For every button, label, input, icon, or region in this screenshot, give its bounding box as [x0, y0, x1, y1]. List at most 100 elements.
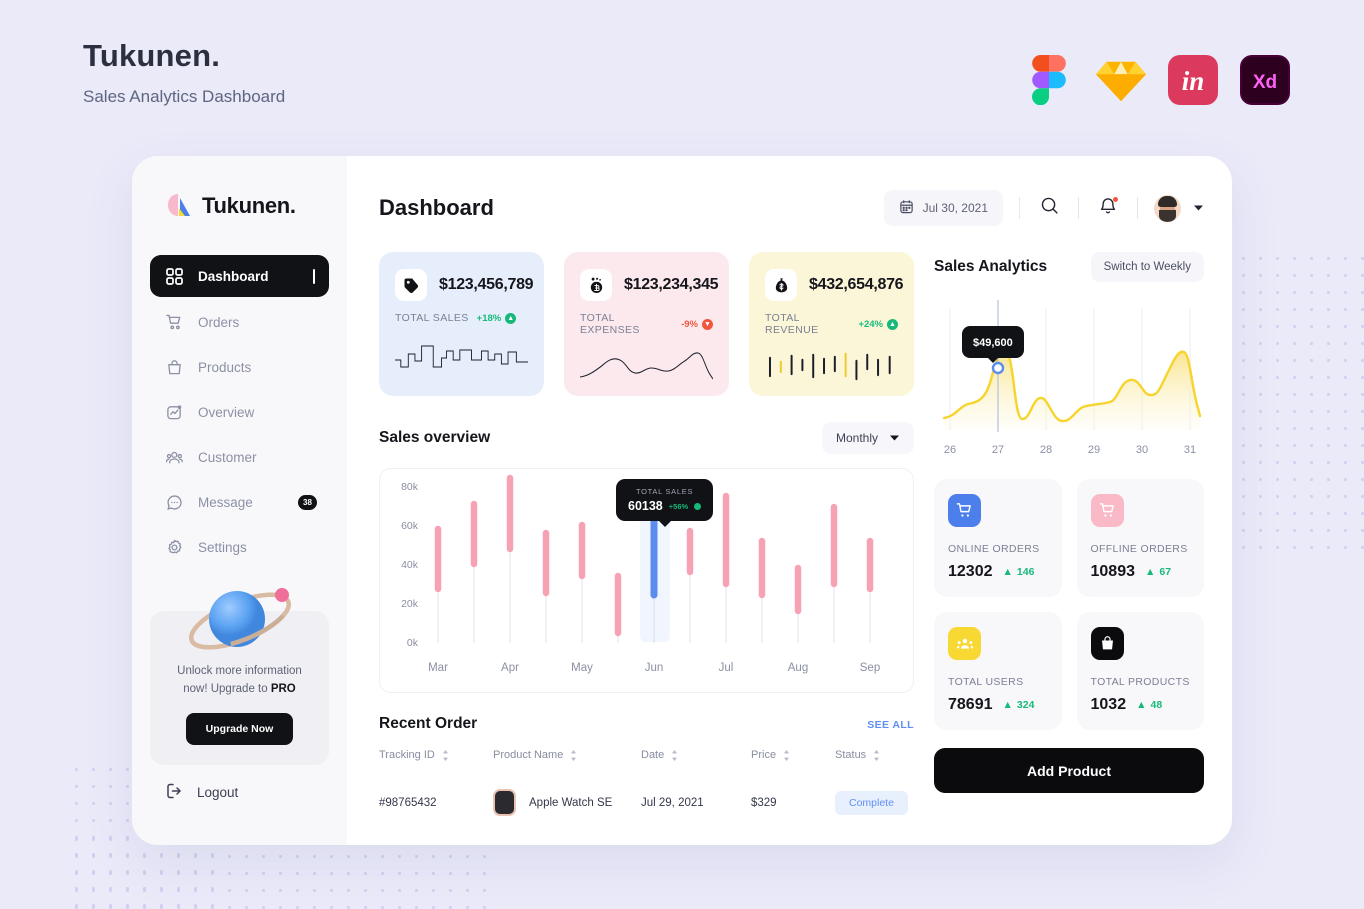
sidebar-item-settings[interactable]: Settings [150, 527, 329, 567]
tooltip-arrow [986, 357, 999, 363]
svg-text:26: 26 [944, 444, 956, 456]
column-header-status[interactable]: Status [835, 749, 914, 778]
gear-icon [165, 538, 184, 557]
sales-analytics-tooltip: $49,600 [962, 326, 1024, 363]
column-header-price[interactable]: Price [751, 749, 835, 778]
metric-delta: ▲ 48 [1136, 699, 1163, 711]
metric-cards: ONLINE ORDERS 12302 ▲ 146 OFFLINE ORDERS… [934, 479, 1204, 730]
divider [1019, 197, 1020, 219]
svg-text:Mar: Mar [428, 662, 448, 674]
chevron-down-icon [889, 431, 900, 445]
sidebar-item-label: Products [198, 359, 252, 375]
tooltip-delta-dot [694, 502, 702, 510]
figma-icon[interactable] [1024, 55, 1074, 105]
sketch-icon[interactable] [1096, 55, 1146, 105]
svg-text:May: May [571, 662, 593, 674]
promo-pro-label: PRO [270, 682, 296, 695]
svg-text:0k: 0k [407, 637, 419, 649]
switch-to-weekly-button[interactable]: Switch to Weekly [1090, 252, 1204, 282]
sales-overview-chart[interactable]: 80k 60k 40k 20k 0k Mar Apr May Jun Jul A… [379, 468, 914, 693]
sales-overview-header: Sales overview Monthly [379, 422, 914, 454]
svg-text:60k: 60k [401, 520, 419, 532]
sales-overview-range-select[interactable]: Monthly [821, 422, 914, 454]
stat-value: $123,234,345 [624, 276, 719, 293]
sales-overview-title: Sales overview [379, 429, 491, 446]
svg-text:29: 29 [1088, 444, 1100, 456]
cell-product-name: Apple Watch SE [493, 778, 641, 816]
upgrade-now-button[interactable]: Upgrade Now [185, 712, 294, 745]
svg-text:Jul: Jul [719, 662, 734, 674]
column-header-date[interactable]: Date [641, 749, 751, 778]
chevron-down-icon[interactable] [1193, 199, 1204, 217]
app-window: Tukunen. Dashboard Orders Products Overv… [132, 156, 1232, 845]
cart-icon [165, 313, 184, 332]
add-product-button[interactable]: Add Product [934, 748, 1204, 793]
range-value: Monthly [835, 431, 878, 445]
sidebar-item-message[interactable]: Message 38 [150, 482, 329, 522]
column-header-product-name[interactable]: Product Name [493, 749, 641, 778]
adobe-xd-icon[interactable]: Xd [1240, 55, 1290, 105]
sidebar-item-orders[interactable]: Orders [150, 302, 329, 342]
dashboard-content: $123,456,789 TOTAL SALES +18% ▲ $123,234… [379, 252, 1204, 845]
cell-status: Complete [835, 778, 914, 816]
sort-icon [570, 750, 577, 764]
avatar-hair [1158, 195, 1177, 207]
svg-text:Jun: Jun [645, 662, 664, 674]
column-label: Product Name [493, 749, 564, 761]
see-all-link[interactable]: SEE ALL [867, 719, 914, 731]
sidebar-logo-text: Tukunen. [202, 193, 296, 218]
column-header-tracking-id[interactable]: Tracking ID [379, 749, 493, 778]
metric-label: ONLINE ORDERS [948, 543, 1040, 555]
trend-up-icon: ▲ [887, 318, 898, 330]
sidebar-item-overview[interactable]: Overview [150, 392, 329, 432]
date-picker[interactable]: Jul 30, 2021 [883, 190, 1003, 226]
logout-button[interactable]: Logout [132, 782, 347, 803]
sales-analytics-chart[interactable]: 26 27 28 29 30 31 $49,600 [934, 290, 1204, 465]
message-badge: 38 [298, 494, 317, 510]
sparkline-step [395, 334, 528, 372]
metric-label: TOTAL PRODUCTS [1090, 676, 1190, 688]
svg-text:31: 31 [1184, 444, 1196, 456]
users-icon [165, 448, 184, 467]
promo-text: Unlock more information now! Upgrade to … [166, 663, 313, 699]
metric-delta-value: 324 [1016, 699, 1035, 711]
sidebar-logo[interactable]: Tukunen. [132, 192, 347, 220]
metric-value: 78691 [948, 696, 993, 713]
svg-text:Aug: Aug [788, 662, 808, 674]
svg-text:28: 28 [1040, 444, 1052, 456]
metric-label: OFFLINE ORDERS [1090, 543, 1188, 555]
sidebar-item-label: Customer [198, 449, 257, 465]
tooltip-value: $49,600 [973, 337, 1013, 349]
sidebar-item-products[interactable]: Products [150, 347, 329, 387]
sidebar-item-label: Overview [198, 404, 255, 420]
invision-icon[interactable]: in [1168, 55, 1218, 105]
top-bar: Dashboard Jul 30, 2021 [379, 190, 1204, 226]
cart-icon [1090, 494, 1124, 527]
sidebar-item-customer[interactable]: Customer [150, 437, 329, 477]
trend-down-icon: ▼ [702, 318, 713, 330]
main-content: Dashboard Jul 30, 2021 $123,456,789 TOTA… [347, 156, 1232, 845]
sparkline-bars [765, 346, 898, 384]
grid-icon [165, 267, 184, 286]
divider [1078, 197, 1079, 219]
avatar[interactable] [1154, 194, 1181, 222]
column-label: Status [835, 749, 867, 761]
recent-order-header: Recent Order SEE ALL [379, 715, 914, 733]
table-header-row: Tracking ID Product Name Date Price Stat… [379, 749, 914, 778]
stat-cards: $123,456,789 TOTAL SALES +18% ▲ $123,234… [379, 252, 914, 396]
table-row[interactable]: #98765432 Apple Watch SE Jul 29, 2021 $3… [379, 778, 914, 816]
upgrade-promo-card: Unlock more information now! Upgrade to … [150, 588, 329, 765]
svg-text:80k: 80k [401, 481, 419, 493]
sidebar-item-dashboard[interactable]: Dashboard [150, 255, 329, 297]
sort-icon [783, 750, 790, 764]
users-icon [948, 627, 981, 660]
search-button[interactable] [1036, 195, 1062, 221]
column-label: Date [641, 749, 665, 761]
sidebar-item-label: Message [198, 494, 253, 510]
apple-watch-icon [493, 789, 516, 816]
metric-label: TOTAL USERS [948, 676, 1024, 688]
notifications-button[interactable] [1095, 195, 1121, 221]
chat-icon [165, 493, 184, 512]
stat-delta-value: +24% [858, 318, 883, 330]
tooltip-label: TOTAL SALES [636, 487, 694, 496]
